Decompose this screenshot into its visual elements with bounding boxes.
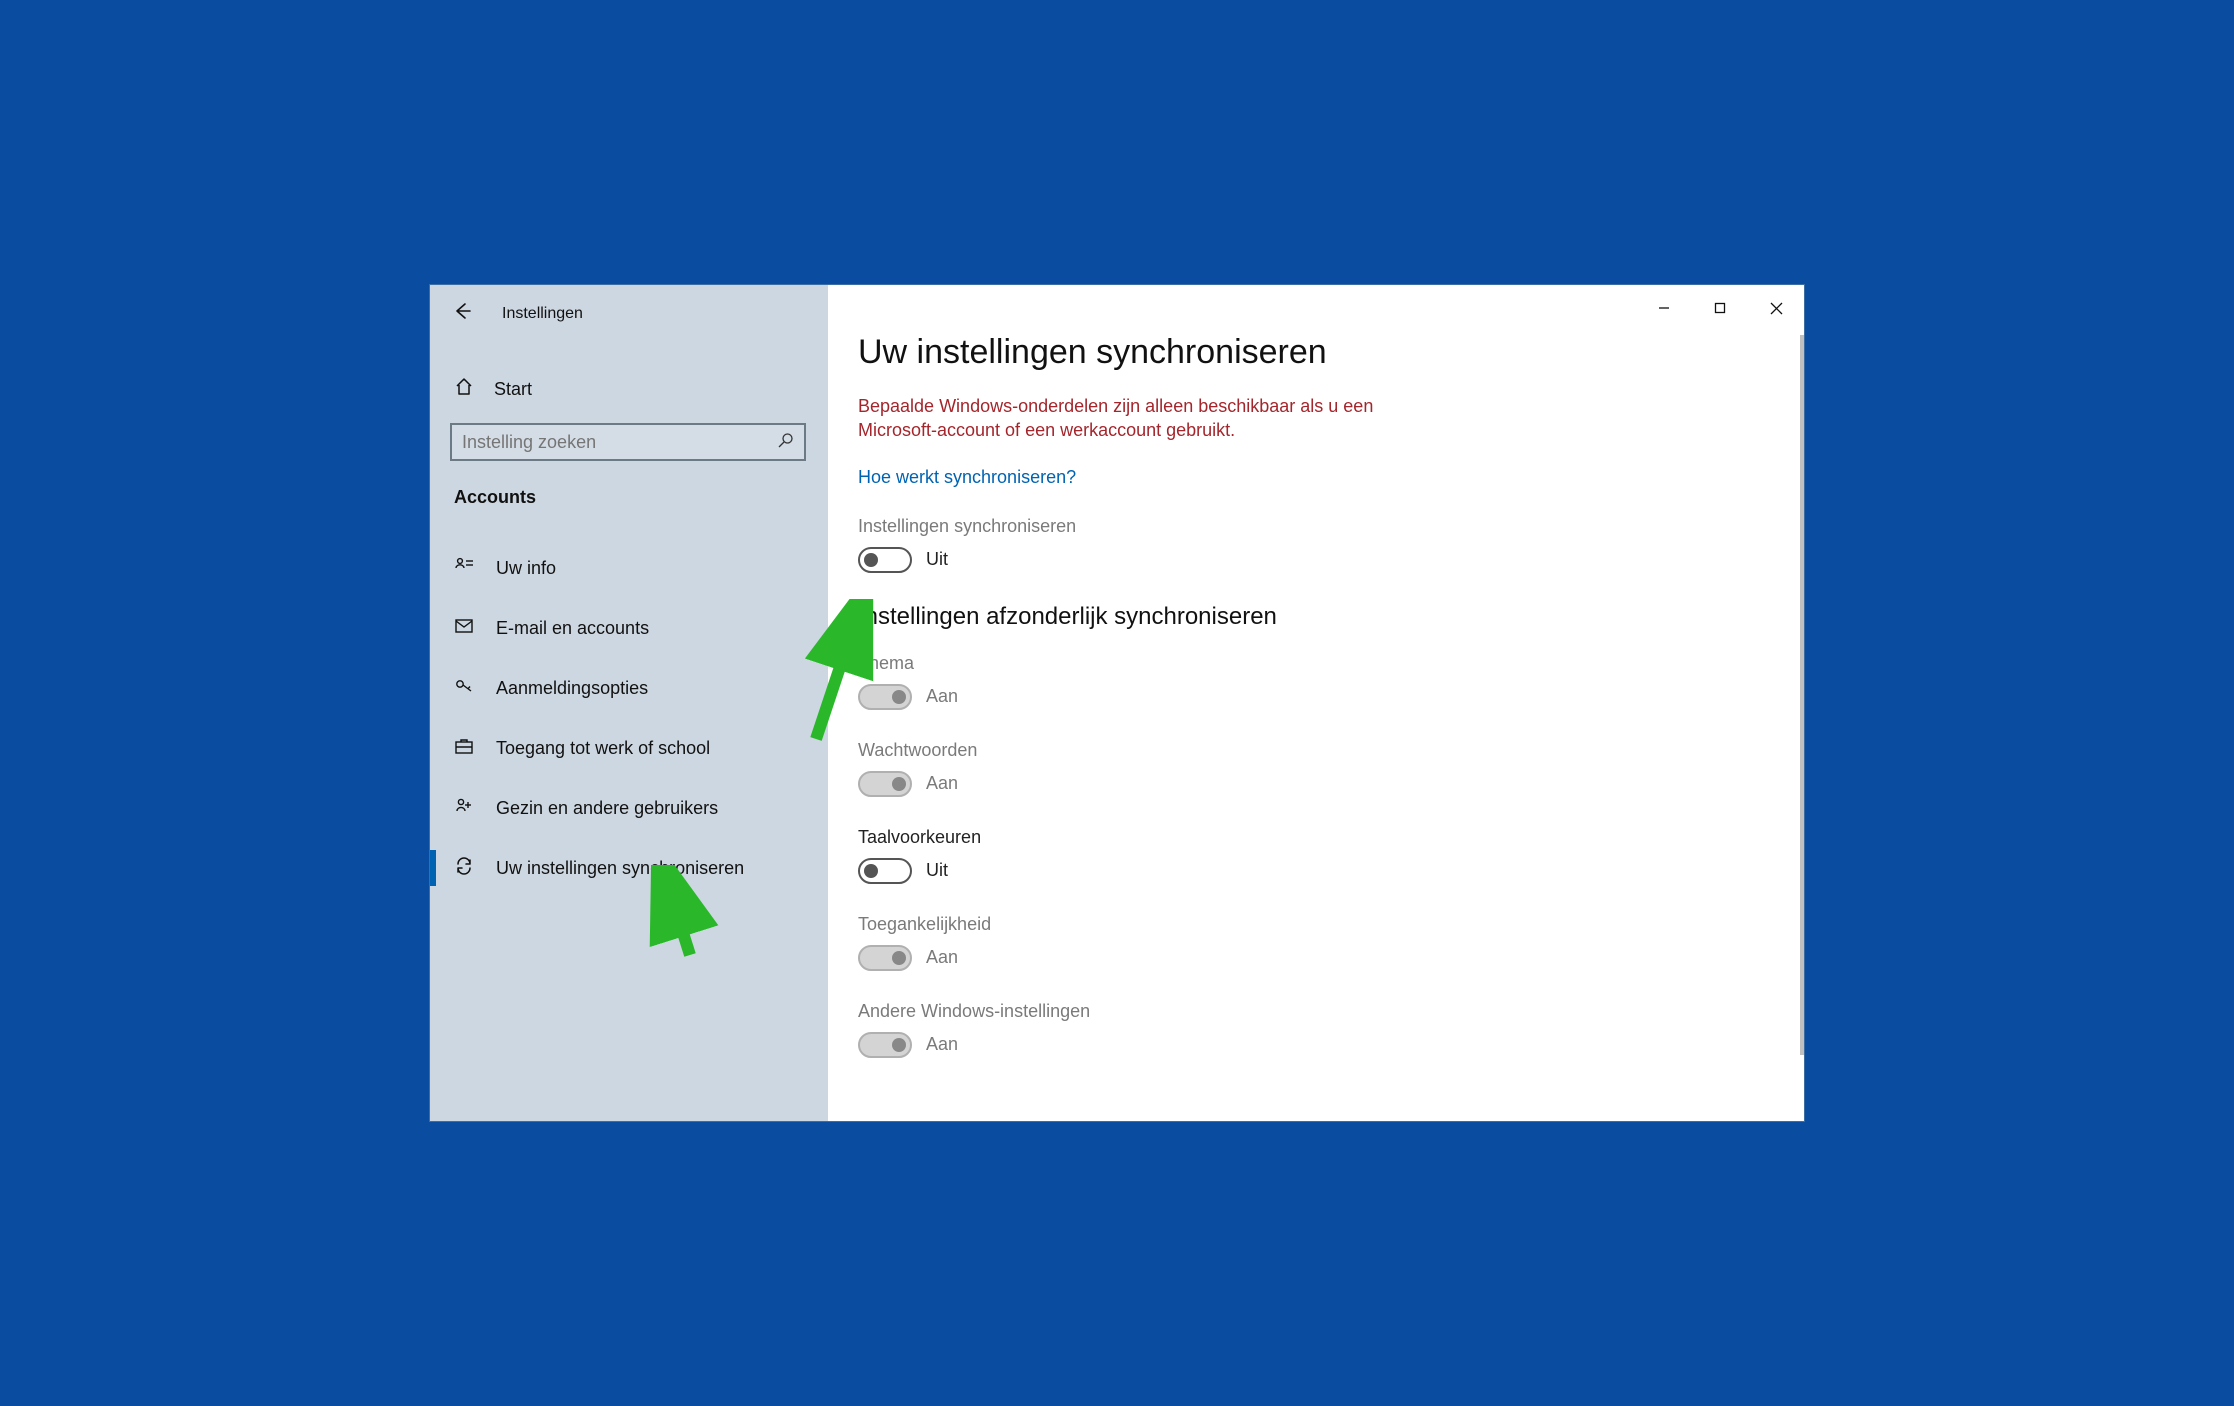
scrollbar[interactable] xyxy=(1800,335,1804,1055)
briefcase-icon xyxy=(454,736,474,761)
nav-item-email[interactable]: E-mail en accounts xyxy=(430,598,828,658)
toggle-accessibility[interactable] xyxy=(858,945,912,971)
toggle-state-passwords: Aan xyxy=(926,773,958,794)
search-icon xyxy=(778,432,794,453)
nav-item-label: Aanmeldingsopties xyxy=(496,678,648,699)
master-toggle[interactable] xyxy=(858,547,912,573)
toggle-label-language: Taalvoorkeuren xyxy=(858,827,1804,848)
nav-item-label: Uw info xyxy=(496,558,556,579)
master-toggle-state: Uit xyxy=(926,549,948,570)
nav-item-sync-settings[interactable]: Uw instellingen synchroniseren xyxy=(430,838,828,898)
close-button[interactable] xyxy=(1748,285,1804,331)
nav-item-signin-options[interactable]: Aanmeldingsopties xyxy=(430,658,828,718)
toggle-other-windows[interactable] xyxy=(858,1032,912,1058)
toggle-state-theme: Aan xyxy=(926,686,958,707)
toggle-label-theme: Thema xyxy=(858,653,1804,674)
family-icon xyxy=(454,796,474,821)
toggle-passwords[interactable] xyxy=(858,771,912,797)
toggle-theme[interactable] xyxy=(858,684,912,710)
toggle-label-accessibility: Toegankelijkheid xyxy=(858,914,1804,935)
nav-item-label: Toegang tot werk of school xyxy=(496,738,710,759)
warning-text: Bepaalde Windows-onderdelen zijn alleen … xyxy=(858,394,1418,443)
mail-icon xyxy=(454,616,474,641)
person-card-icon xyxy=(454,556,474,581)
minimize-button[interactable] xyxy=(1636,285,1692,331)
nav-item-work-school[interactable]: Toegang tot werk of school xyxy=(430,718,828,778)
home-button[interactable]: Start xyxy=(430,365,828,413)
window-controls xyxy=(1636,285,1804,331)
nav-item-label: E-mail en accounts xyxy=(496,618,649,639)
window-title: Instellingen xyxy=(502,305,583,323)
nav-item-family[interactable]: Gezin en andere gebruikers xyxy=(430,778,828,838)
key-icon xyxy=(454,676,474,701)
section-title: Instellingen afzonderlijk synchroniseren xyxy=(858,603,1804,631)
category-label: Accounts xyxy=(430,461,828,518)
master-toggle-label: Instellingen synchroniseren xyxy=(858,516,1804,537)
home-label: Start xyxy=(494,379,532,400)
toggle-state-language: Uit xyxy=(926,860,948,881)
sidebar: Instellingen Start Accounts Uw info xyxy=(430,285,828,1121)
toggle-state-accessibility: Aan xyxy=(926,947,958,968)
sync-icon xyxy=(454,856,474,881)
titlebar-row: Instellingen xyxy=(430,291,828,337)
home-icon xyxy=(454,377,474,402)
toggle-language[interactable] xyxy=(858,858,912,884)
toggle-label-passwords: Wachtwoorden xyxy=(858,740,1804,761)
page-title: Uw instellingen synchroniseren xyxy=(858,333,1804,372)
content-pane: Uw instellingen synchroniseren Bepaalde … xyxy=(828,285,1804,1121)
search-box[interactable] xyxy=(450,423,806,461)
nav-item-label: Uw instellingen synchroniseren xyxy=(496,858,744,879)
settings-window: Instellingen Start Accounts Uw info xyxy=(429,284,1805,1122)
toggle-label-other-windows: Andere Windows-instellingen xyxy=(858,1001,1804,1022)
nav-item-your-info[interactable]: Uw info xyxy=(430,538,828,598)
search-input[interactable] xyxy=(462,432,778,453)
toggle-state-other-windows: Aan xyxy=(926,1034,958,1055)
nav-item-label: Gezin en andere gebruikers xyxy=(496,798,718,819)
maximize-button[interactable] xyxy=(1692,285,1748,331)
back-button[interactable] xyxy=(452,301,472,327)
help-link[interactable]: Hoe werkt synchroniseren? xyxy=(858,467,1076,488)
nav-list: Uw info E-mail en accounts Aanmeldingsop… xyxy=(430,538,828,898)
